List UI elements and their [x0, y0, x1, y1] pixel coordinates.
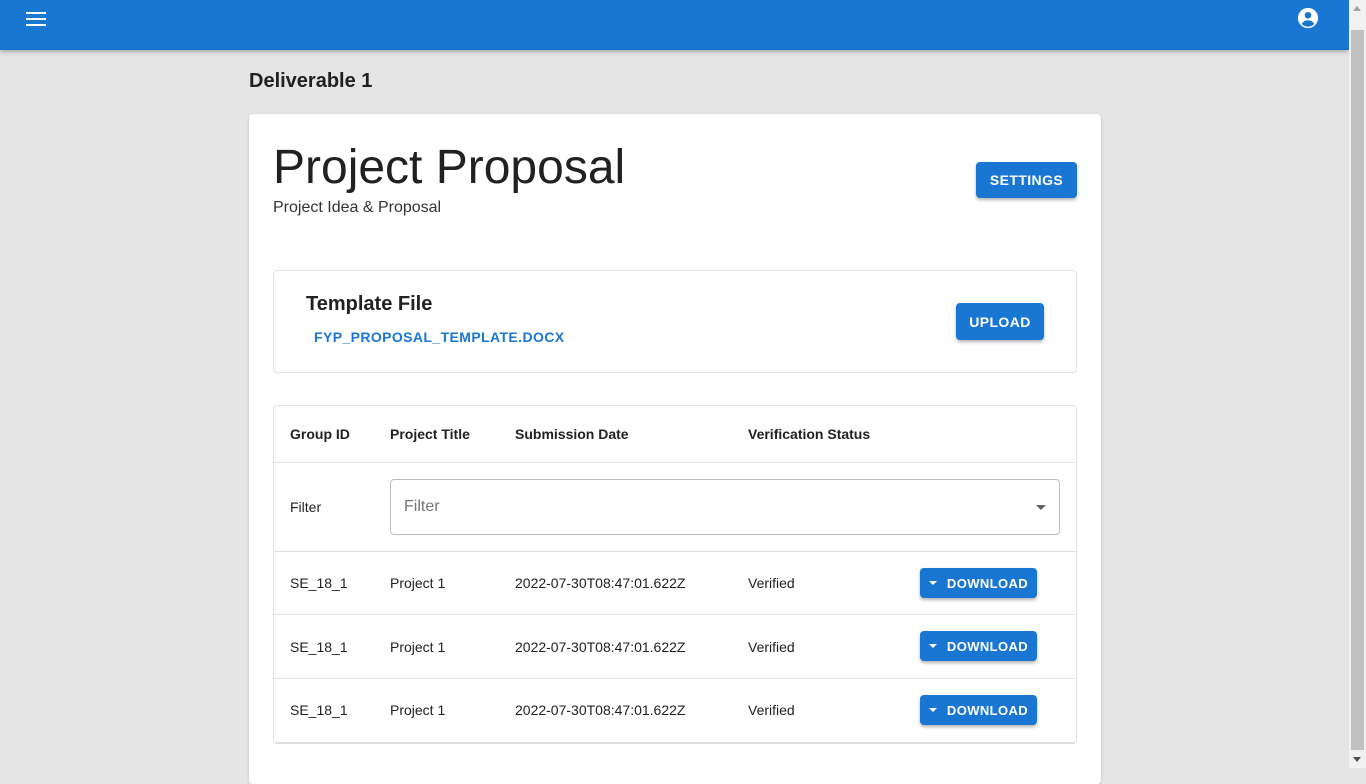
download-button[interactable]: DOWNLOAD — [920, 695, 1037, 725]
filter-placeholder: Filter — [404, 498, 440, 515]
page-title: Project Proposal — [273, 141, 626, 194]
page-subtitle: Project Idea & Proposal — [273, 199, 442, 216]
download-label: DOWNLOAD — [946, 575, 1029, 591]
account-circle-icon[interactable] — [1297, 7, 1319, 29]
arrow-drop-down-icon — [928, 644, 937, 648]
arrow-drop-down-icon — [928, 581, 937, 585]
cell-group-id: SE_18_1 — [290, 702, 348, 718]
arrow-drop-down-icon — [928, 708, 937, 712]
header-verification-status[interactable]: Verification Status — [748, 426, 870, 442]
cell-status: Verified — [748, 639, 795, 655]
cell-submission-date: 2022-07-30T08:47:01.622Z — [515, 702, 686, 718]
cell-group-id: SE_18_1 — [290, 639, 348, 655]
table-row: SE_18_1 Project 1 2022-07-30T08:47:01.62… — [274, 679, 1076, 743]
filter-select[interactable]: Filter — [390, 479, 1060, 535]
settings-button[interactable]: SETTINGS — [976, 162, 1077, 198]
table-header-row: Group ID Project Title Submission Date V… — [274, 406, 1076, 463]
header-project-title[interactable]: Project Title — [390, 426, 470, 442]
scrollbar-thumb[interactable] — [1351, 30, 1364, 750]
upload-button[interactable]: UPLOAD — [956, 303, 1044, 340]
app-bar — [0, 0, 1349, 50]
template-file-section: Template File FYP_PROPOSAL_TEMPLATE.DOCX… — [273, 270, 1077, 373]
table-row: SE_18_1 Project 1 2022-07-30T08:47:01.62… — [274, 552, 1076, 615]
cell-project-title: Project 1 — [390, 639, 446, 655]
cell-project-title: Project 1 — [390, 575, 446, 591]
page-heading: Deliverable 1 — [249, 70, 373, 92]
filter-label: Filter — [290, 499, 322, 515]
download-button[interactable]: DOWNLOAD — [920, 631, 1037, 661]
filter-row: Filter Filter — [274, 463, 1076, 552]
template-file-link[interactable]: FYP_PROPOSAL_TEMPLATE.DOCX — [314, 329, 565, 345]
header-group-id[interactable]: Group ID — [290, 426, 350, 442]
download-label: DOWNLOAD — [946, 702, 1029, 718]
header-submission-date[interactable]: Submission Date — [515, 426, 629, 442]
cell-submission-date: 2022-07-30T08:47:01.622Z — [515, 639, 686, 655]
menu-icon[interactable] — [26, 10, 46, 26]
cell-status: Verified — [748, 702, 795, 718]
cell-status: Verified — [748, 575, 795, 591]
cell-project-title: Project 1 — [390, 702, 446, 718]
template-file-title: Template File — [306, 293, 433, 315]
submissions-table: Group ID Project Title Submission Date V… — [273, 405, 1077, 744]
download-label: DOWNLOAD — [946, 638, 1029, 654]
deliverable-card: Project Proposal Project Idea & Proposal… — [249, 114, 1101, 784]
download-button[interactable]: DOWNLOAD — [920, 568, 1037, 598]
scroll-up-arrow-icon[interactable] — [1353, 6, 1361, 11]
cell-group-id: SE_18_1 — [290, 575, 348, 591]
scroll-down-arrow-icon[interactable] — [1353, 757, 1361, 762]
table-row: SE_18_1 Project 1 2022-07-30T08:47:01.62… — [274, 615, 1076, 679]
cell-submission-date: 2022-07-30T08:47:01.622Z — [515, 575, 686, 591]
dropdown-arrow-icon — [1036, 505, 1046, 510]
